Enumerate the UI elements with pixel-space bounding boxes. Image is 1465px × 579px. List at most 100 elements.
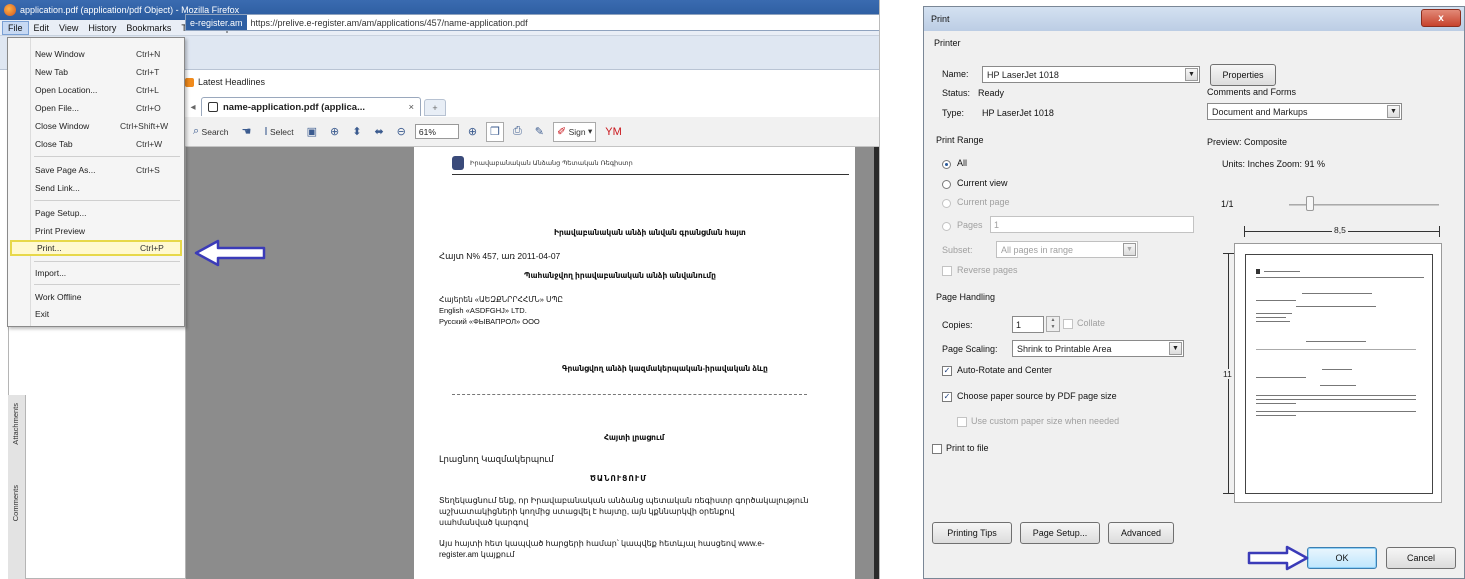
- menu-item-work-offline[interactable]: Work Offline: [8, 289, 184, 305]
- properties-button[interactable]: Properties: [1210, 64, 1276, 86]
- tab-close-icon[interactable]: ×: [408, 102, 414, 113]
- menu-item-import[interactable]: Import...: [8, 265, 184, 281]
- range-current-view-radio[interactable]: [942, 180, 951, 189]
- pages-input[interactable]: 1: [990, 216, 1194, 233]
- hand-tool-button[interactable]: ☚: [237, 122, 255, 142]
- tab-name-application[interactable]: name-application.pdf (applica... ×: [201, 97, 421, 116]
- status-value: Ready: [978, 88, 1005, 98]
- tab-scroll-left-icon[interactable]: ◂: [185, 98, 201, 116]
- attachments-tab[interactable]: Attachments: [11, 403, 20, 445]
- registry-logo-icon: [452, 156, 464, 170]
- auto-rotate-checkbox[interactable]: ✓: [942, 366, 952, 376]
- preview-label: Preview: Composite: [1207, 137, 1288, 147]
- vertical-scrollbar[interactable]: [874, 147, 879, 579]
- range-all-radio[interactable]: [942, 160, 951, 169]
- range-current-page-radio[interactable]: [942, 199, 951, 208]
- page-setup-button[interactable]: Page Setup...: [1020, 522, 1100, 544]
- cancel-button[interactable]: Cancel: [1386, 547, 1456, 569]
- range-pages-radio[interactable]: [942, 222, 951, 231]
- snapshot-button[interactable]: ▣: [303, 122, 321, 142]
- zoom-in-button[interactable]: ⊕: [326, 122, 343, 142]
- menu-item-close-window[interactable]: Close Window Ctrl+Shift+W: [8, 118, 184, 134]
- menu-item-page-setup[interactable]: Page Setup...: [8, 205, 184, 221]
- zoom-input[interactable]: 61%: [414, 124, 459, 139]
- pdf-section-form: Գրանցվող անձի կազմակերպական-իրավական ձևը: [562, 364, 768, 373]
- comments-tab[interactable]: Comments: [11, 485, 20, 521]
- ok-button[interactable]: OK: [1307, 547, 1377, 569]
- pdf-case-line: Հայտ N% 457, առ 2011-04-07: [439, 251, 561, 261]
- menu-item-new-tab[interactable]: New Tab Ctrl+T: [8, 64, 184, 80]
- close-button[interactable]: x: [1421, 9, 1461, 27]
- preview-line: [1322, 369, 1352, 370]
- collate-label: Collate: [1077, 318, 1106, 328]
- menu-item-open-file[interactable]: Open File... Ctrl+O: [8, 100, 184, 116]
- menu-view[interactable]: View: [54, 22, 83, 34]
- pdf-line-ru: Русский «ФЫВАПРОЛ» ООО: [439, 317, 540, 326]
- print-toolbar-button[interactable]: ⎙: [509, 122, 526, 142]
- print-dialog: Print x Printer Name: HP LaserJet 1018 ▼…: [923, 6, 1465, 579]
- custom-paper-checkbox[interactable]: [957, 417, 967, 427]
- zoom-out-button[interactable]: ⊖: [393, 122, 410, 142]
- print-to-file-label: Print to file: [946, 443, 989, 453]
- pdf-section-fill: Հայտի լրացում: [604, 433, 665, 442]
- type-value: HP LaserJet 1018: [982, 108, 1054, 118]
- menu-item-save-page-as[interactable]: Save Page As... Ctrl+S: [8, 162, 184, 178]
- new-tab-button[interactable]: +: [424, 99, 446, 116]
- url-text[interactable]: https://prelive.e-register.am/am/applica…: [247, 18, 528, 28]
- menu-separator: [34, 284, 180, 285]
- preview-line: [1256, 277, 1424, 278]
- menu-item-print-preview[interactable]: Print Preview: [8, 223, 184, 239]
- comment-button[interactable]: ✎: [531, 122, 548, 142]
- collate-checkbox[interactable]: [1063, 319, 1073, 329]
- preview-page: [1245, 254, 1433, 494]
- zoom-in-icon: ⊕: [330, 126, 340, 138]
- menu-item-open-location[interactable]: Open Location... Ctrl+L: [8, 82, 184, 98]
- menu-item-close-tab[interactable]: Close Tab Ctrl+W: [8, 136, 184, 152]
- menu-file[interactable]: File: [2, 20, 29, 35]
- menu-history[interactable]: History: [83, 22, 121, 34]
- pdf-header: Իրավաբանական Անձանց Պետական Ռեգիստր: [452, 156, 633, 170]
- menu-item-exit[interactable]: Exit: [8, 306, 184, 322]
- page-layout-button[interactable]: ❐: [486, 121, 504, 142]
- menu-item-print[interactable]: Print... Ctrl+P: [10, 240, 182, 256]
- menu-item-send-link[interactable]: Send Link...: [8, 180, 184, 196]
- print-to-file-checkbox[interactable]: [932, 444, 942, 454]
- preview-line: [1256, 321, 1290, 322]
- pdf-header-rule: [452, 174, 849, 175]
- advanced-button[interactable]: Advanced: [1108, 522, 1174, 544]
- pdf-paragraph-1b: աշխատակիցների կողմից ստացվել է հայտը, այ…: [439, 507, 735, 516]
- pdf-paragraph-1c: սահմանված կարգով: [439, 518, 529, 527]
- pdf-paragraph-2: Այս հայտի հետ կապված հարցերի համար՝ կապվ…: [439, 539, 765, 548]
- plus-circle-icon: ⊕: [467, 126, 478, 138]
- pen-icon: ✐: [557, 126, 567, 138]
- subset-select[interactable]: All pages in range ▼: [996, 241, 1138, 258]
- site-identity[interactable]: e-register.am: [186, 15, 247, 30]
- fit-width-icon: ⬌: [374, 126, 384, 138]
- select-tool-button[interactable]: Ⅰ Select: [260, 122, 297, 142]
- page-scaling-select[interactable]: Shrink to Printable Area ▼: [1012, 340, 1184, 357]
- preview-line: [1320, 385, 1356, 386]
- zoom-plus-button[interactable]: ⊕: [464, 122, 481, 142]
- bookmark-latest-headlines[interactable]: Latest Headlines: [198, 77, 265, 87]
- subset-label: Subset:: [942, 245, 973, 255]
- fit-page-button[interactable]: ⬍: [348, 122, 365, 142]
- printer-name-select[interactable]: HP LaserJet 1018 ▼: [982, 66, 1200, 83]
- copies-label: Copies:: [942, 320, 973, 330]
- search-button[interactable]: ⌕ Search: [189, 122, 232, 142]
- comments-forms-select[interactable]: Document and Markups ▼: [1207, 103, 1402, 120]
- status-label: Status:: [942, 88, 971, 98]
- copies-spinner-icon[interactable]: ▲ ▼: [1046, 316, 1060, 332]
- fit-width-button[interactable]: ⬌: [370, 122, 387, 142]
- reverse-pages-checkbox[interactable]: [942, 266, 952, 276]
- menu-item-new-window[interactable]: New Window Ctrl+N: [8, 46, 184, 62]
- height-dimension-tick: [1223, 493, 1234, 494]
- url-bar[interactable]: e-register.am https://prelive.e-register…: [185, 14, 879, 31]
- copies-input[interactable]: 1: [1012, 316, 1044, 333]
- sign-button[interactable]: ✐ Sign ▾: [553, 121, 597, 142]
- menu-edit[interactable]: Edit: [29, 22, 55, 34]
- printing-tips-button[interactable]: Printing Tips: [932, 522, 1012, 544]
- firefox-window: application.pdf (application/pdf Object)…: [0, 0, 880, 579]
- menu-bookmarks[interactable]: Bookmarks: [121, 22, 176, 34]
- page-slider-thumb[interactable]: [1306, 196, 1314, 211]
- choose-paper-checkbox[interactable]: ✓: [942, 392, 952, 402]
